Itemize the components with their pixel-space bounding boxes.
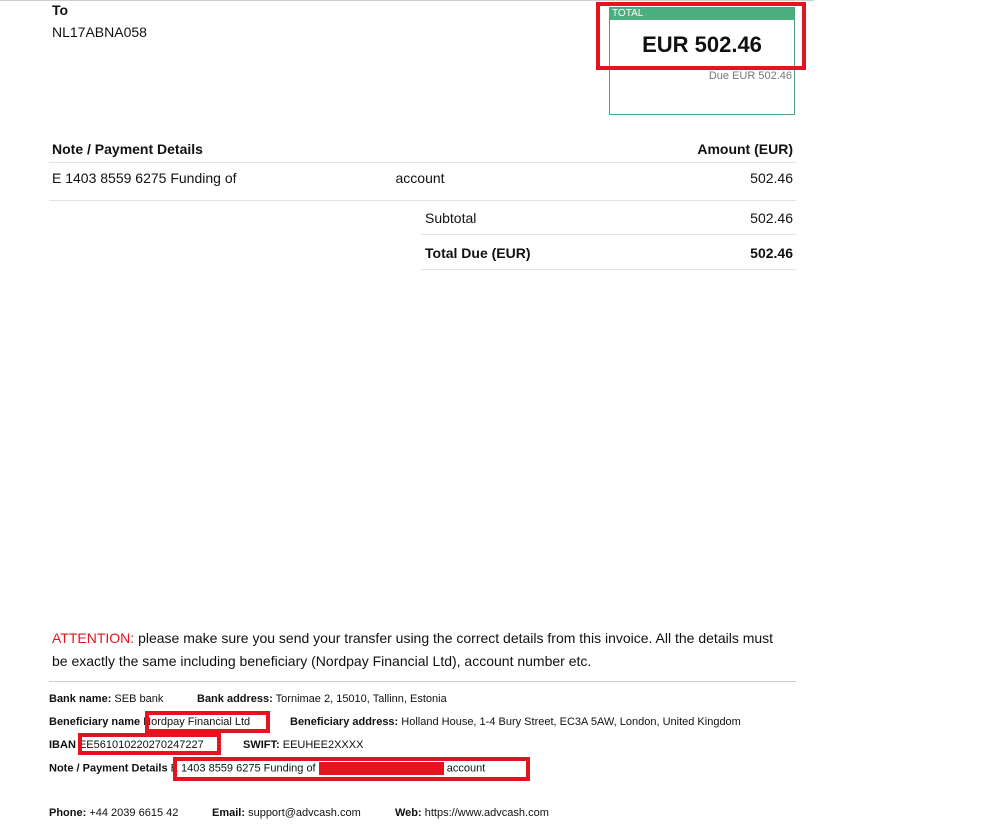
bank-name-label: Bank name: (49, 693, 112, 705)
beneficiary-name-label: Beneficiary name (49, 716, 141, 728)
bank-address-label: Bank address: (197, 693, 273, 705)
bank-address-value: Tornimae 2, 15010, Tallinn, Estonia (275, 693, 447, 705)
amount-column-header: Amount (EUR) (697, 141, 793, 157)
recipient-label: To (52, 2, 69, 18)
email-label: Email: (212, 807, 246, 819)
subtotal-label: Subtotal (425, 210, 477, 226)
swift-label: SWIFT: (243, 739, 280, 751)
recipient-iban: NL17ABNA0588 (52, 24, 147, 40)
iban-label: IBAN (49, 739, 76, 751)
email-value[interactable]: support@advcash.com (248, 807, 361, 819)
total-due-amount: 502.46 (750, 245, 793, 261)
bank-name-value: SEB bank (114, 693, 164, 705)
item-divider (49, 200, 796, 201)
line-item-description-start: E 1403 8559 6275 Funding of (52, 170, 237, 186)
subtotal-amount: 502.46 (750, 210, 793, 226)
beneficiary-address-label: Beneficiary address: (290, 716, 399, 728)
note-column-header: Note / Payment Details (52, 141, 203, 157)
line-item-amount: 502.46 (750, 170, 793, 186)
phone-value: +44 2039 6615 42 (89, 807, 179, 819)
subtotal-divider (421, 234, 796, 235)
attention-prefix: ATTENTION: (52, 630, 135, 646)
swift-value: EEUHEE2XXXX (282, 739, 364, 751)
note-label: Note / Payment Details (49, 762, 168, 775)
beneficiary-address-value: Holland House, 1-4 Bury Street, EC3A 5AW… (401, 716, 741, 728)
total-divider (421, 269, 796, 270)
total-due-label: Total Due (EUR) (425, 245, 531, 261)
web-label: Web: (395, 807, 422, 819)
contact-row: Phone: +44 2039 6615 42 Email: support@ad… (49, 807, 549, 819)
top-divider (0, 0, 814, 1)
due-amount: Due EUR 502.46 (708, 70, 792, 82)
iban-highlight-frame (78, 733, 221, 755)
line-item-description-end: account (395, 170, 445, 186)
beneficiary-highlight-frame (145, 711, 270, 733)
note-highlight-frame (173, 757, 530, 781)
web-value[interactable]: https://www.advcash.com (425, 807, 549, 819)
attention-notice: ATTENTION: please make sure you send you… (52, 627, 792, 673)
attention-text: please make sure you send your transfer … (52, 630, 774, 669)
total-highlight-frame (596, 2, 806, 70)
line-item-description: E 1403 8559 6275 Funding of account (52, 170, 445, 186)
phone-label: Phone: (49, 807, 87, 819)
header-divider (49, 162, 796, 163)
bank-row: Bank name: SEB bank Bank address: Tornima… (49, 693, 447, 705)
bank-divider (49, 681, 796, 682)
